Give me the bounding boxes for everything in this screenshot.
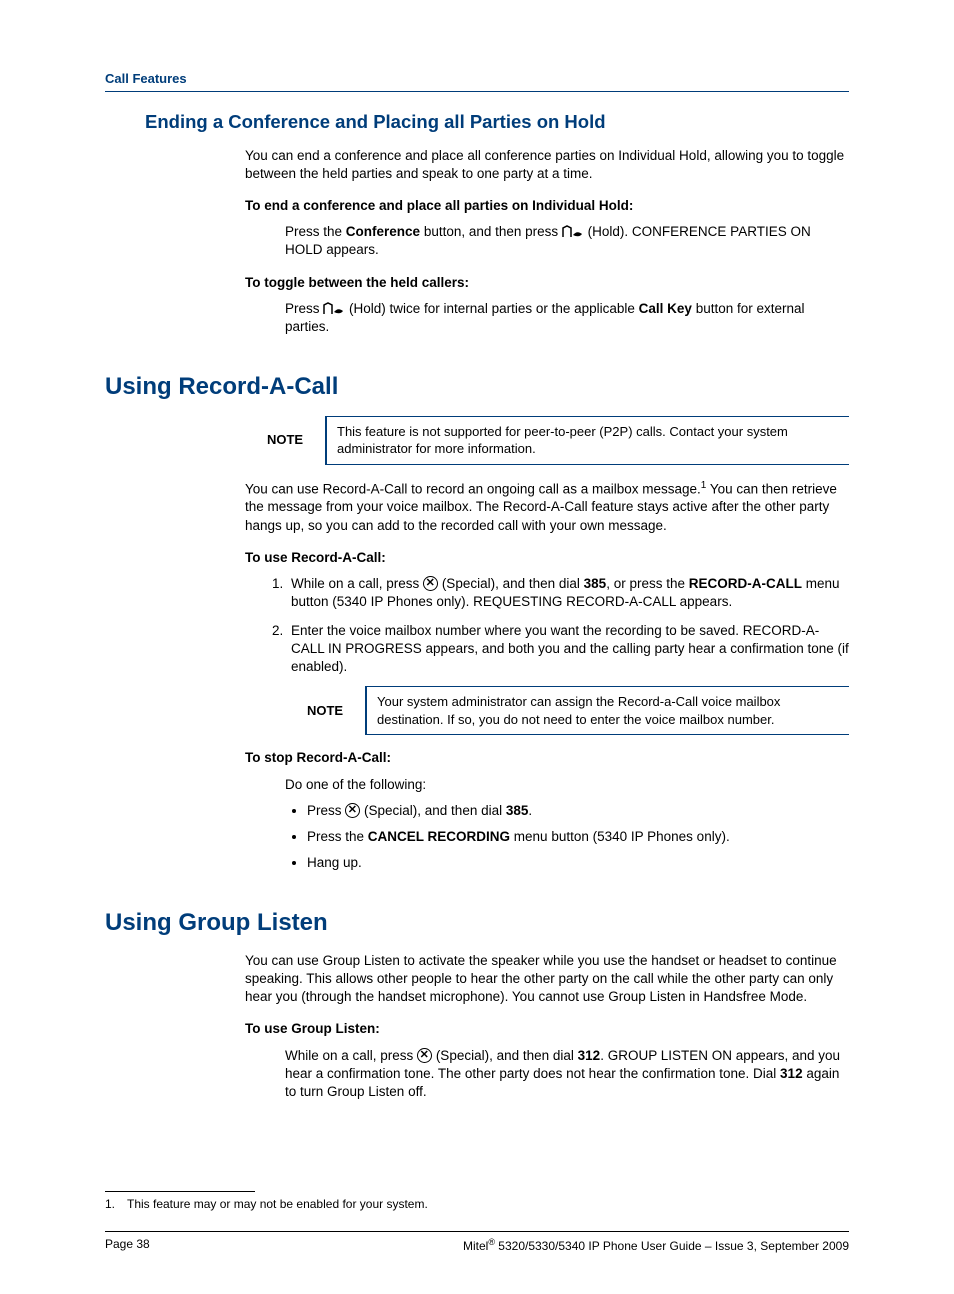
doc-title: Mitel® 5320/5330/5340 IP Phone User Guid… <box>463 1236 849 1254</box>
hold-icon <box>562 225 584 239</box>
instruction-text: Press (Hold) twice for internal parties … <box>285 300 849 336</box>
text: . <box>528 803 532 818</box>
paragraph: You can use Record-A-Call to record an o… <box>245 479 849 535</box>
text: button, and then press <box>420 224 562 239</box>
bold-text: 312 <box>578 1048 601 1063</box>
text: (Hold) twice for internal parties or the… <box>345 301 638 316</box>
bold-text: Call Key <box>639 301 692 316</box>
bold-text: 385 <box>506 803 529 818</box>
list-item: While on a call, press (Special), and th… <box>287 575 849 611</box>
text: Mitel <box>463 1239 488 1253</box>
text: (Special), and then dial <box>432 1048 578 1063</box>
text: Press the <box>285 224 346 239</box>
section-header: Call Features <box>105 70 849 92</box>
note-box: NOTE This feature is not supported for p… <box>245 416 849 465</box>
text: Press <box>307 803 345 818</box>
text: Press the <box>307 829 368 844</box>
text: Do one of the following: <box>285 776 849 794</box>
instruction-label: To stop Record-A-Call: <box>245 749 849 767</box>
bold-text: 385 <box>584 576 607 591</box>
text: (Special), and then dial <box>438 576 584 591</box>
text: While on a call, press <box>291 576 423 591</box>
paragraph: You can end a conference and place all c… <box>245 147 849 183</box>
instruction-label: To end a conference and place all partie… <box>245 197 849 215</box>
text: While on a call, press <box>285 1048 417 1063</box>
bold-text: CANCEL RECORDING <box>368 829 510 844</box>
heading-group-listen: Using Group Listen <box>105 907 849 939</box>
instruction-label: To use Group Listen: <box>245 1020 849 1038</box>
text: 5320/5330/5340 IP Phone User Guide – Iss… <box>495 1239 849 1253</box>
note-label: NOTE <box>285 687 366 735</box>
note-text: This feature is not supported for peer-t… <box>326 416 849 464</box>
bold-text: Conference <box>346 224 420 239</box>
text: , or press the <box>606 576 689 591</box>
page-number: Page 38 <box>105 1236 150 1254</box>
special-icon <box>423 576 438 591</box>
ordered-list: While on a call, press (Special), and th… <box>267 575 849 676</box>
footnote-text: This feature may or may not be enabled f… <box>127 1196 428 1212</box>
text: (Special), and then dial <box>360 803 506 818</box>
note-box: NOTE Your system administrator can assig… <box>285 686 849 735</box>
list-item: Press the CANCEL RECORDING menu button (… <box>307 828 849 846</box>
bold-text: RECORD-A-CALL <box>689 576 802 591</box>
list-item: Hang up. <box>307 854 849 872</box>
special-icon <box>417 1048 432 1063</box>
footnote-rule <box>105 1191 255 1192</box>
footnote-number: 1. <box>105 1196 127 1212</box>
instruction-text: While on a call, press (Special), and th… <box>285 1047 849 1102</box>
footnote: 1. This feature may or may not be enable… <box>105 1196 849 1212</box>
text: Press <box>285 301 323 316</box>
instruction-label: To use Record-A-Call: <box>245 549 849 567</box>
list-item: Enter the voice mailbox number where you… <box>287 622 849 677</box>
heading-ending-conference: Ending a Conference and Placing all Part… <box>145 110 849 135</box>
text: You can use Record-A-Call to record an o… <box>245 481 701 496</box>
registered-mark: ® <box>488 1237 495 1247</box>
list-item: Press (Special), and then dial 385. <box>307 802 849 820</box>
paragraph: You can use Group Listen to activate the… <box>245 952 849 1007</box>
text: menu button (5340 IP Phones only). <box>510 829 730 844</box>
note-label: NOTE <box>245 416 326 464</box>
instruction-label: To toggle between the held callers: <box>245 274 849 292</box>
special-icon <box>345 803 360 818</box>
page-footer: Page 38 Mitel® 5320/5330/5340 IP Phone U… <box>105 1231 849 1254</box>
bullet-list: Press (Special), and then dial 385. Pres… <box>285 802 849 873</box>
note-text: Your system administrator can assign the… <box>366 687 849 735</box>
bold-text: 312 <box>780 1066 803 1081</box>
heading-record-a-call: Using Record-A-Call <box>105 371 849 403</box>
instruction-text: Press the Conference button, and then pr… <box>285 223 849 259</box>
hold-icon <box>323 302 345 316</box>
